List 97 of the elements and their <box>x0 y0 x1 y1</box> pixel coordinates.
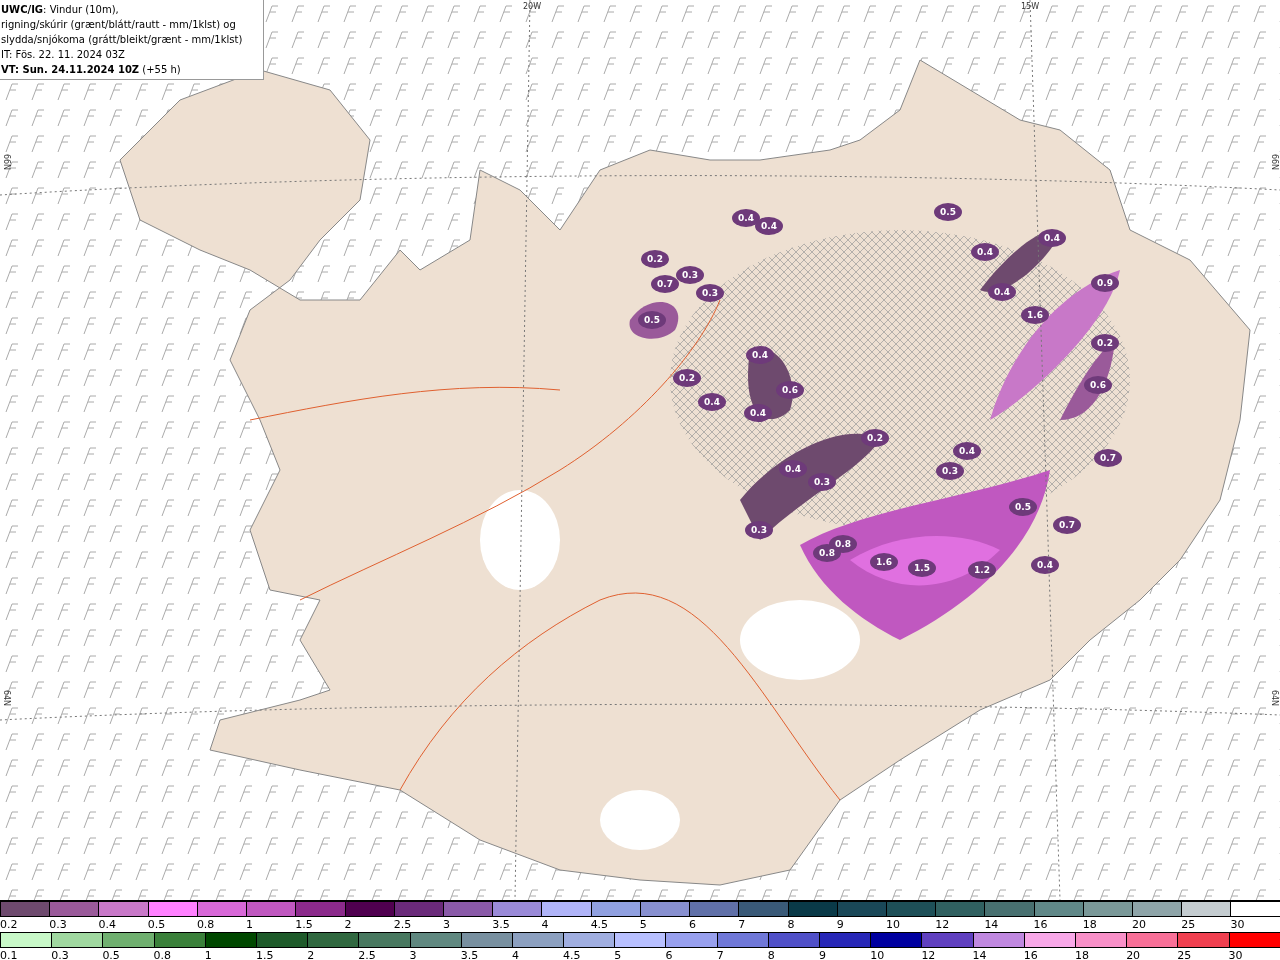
legend-value: 3.5 <box>460 948 479 960</box>
precip-value-label: 0.4 <box>738 212 754 223</box>
legend-value: 9 <box>836 917 844 932</box>
precip-value-label: 0.4 <box>704 396 720 407</box>
precip-value-label: 0.2 <box>647 253 663 264</box>
legend-value: 7 <box>738 917 746 932</box>
legend-value: 0.3 <box>51 948 69 960</box>
legend-value: 8 <box>767 948 775 960</box>
precip-value-label: 0.8 <box>835 538 851 549</box>
legend-value: 8 <box>787 917 795 932</box>
precip-value-label: 0.3 <box>942 465 958 476</box>
legend-value: 16 <box>1023 948 1038 960</box>
legend-value: 10 <box>885 917 900 932</box>
legend-value: 10 <box>870 948 885 960</box>
precip-value-label: 0.5 <box>644 314 660 325</box>
legend-value: 20 <box>1132 917 1147 932</box>
precip-value-label: 0.3 <box>814 476 830 487</box>
legend-value: 9 <box>819 948 826 960</box>
precip-value-label: 1.2 <box>974 564 990 575</box>
legend-value: 3.5 <box>492 917 510 932</box>
precip-value-label: 0.4 <box>750 407 766 418</box>
precip-value-label: 1.6 <box>1027 309 1043 320</box>
legend-value: 3 <box>409 948 417 960</box>
precip-value-label: 0.3 <box>751 524 767 535</box>
legend-value: 0.8 <box>196 917 215 932</box>
legend-value: 1.5 <box>255 948 274 960</box>
precip-value-label: 0.2 <box>867 432 883 443</box>
precip-value-label: 0.6 <box>782 384 798 395</box>
legend-value: 4 <box>511 948 519 960</box>
precip-value-label: 0.2 <box>679 372 695 383</box>
precip-value-label: 1.6 <box>876 556 892 567</box>
title-text: IT: Fös. 22. 11. 2024 03Z <box>1 48 125 62</box>
legend-value: 0.5 <box>102 948 120 960</box>
legend-value: 20 <box>1126 948 1141 960</box>
precip-value-label: 0.6 <box>1090 379 1106 390</box>
legend-value: 0.1 <box>0 948 18 960</box>
legend-value: 30 <box>1228 948 1243 960</box>
legend-value: 1 <box>204 948 212 960</box>
legend-value: 30 <box>1230 917 1245 932</box>
precip-value-label: 0.7 <box>1100 452 1116 463</box>
precip-value-label: 0.7 <box>1059 519 1075 530</box>
legend-value: 0.5 <box>147 917 166 932</box>
legend-value: 1.5 <box>295 917 313 932</box>
legend-value: 2.5 <box>393 917 412 932</box>
legend-value: 2.5 <box>358 948 376 960</box>
legend-value: 2 <box>307 948 315 960</box>
title-text: slydda/snjókoma (grátt/bleikt/grænt - mm/1klst) <box>1 33 243 47</box>
legend-value: 0.4 <box>98 917 116 932</box>
grid-label: 20W <box>522 1 542 11</box>
legend-value: 12 <box>935 917 950 932</box>
legend-value: 4.5 <box>563 948 581 960</box>
legend-value: 5 <box>614 948 622 960</box>
legend-value: 5 <box>639 917 647 932</box>
title-text: VT: Sun. 24.11.2024 10Z (+55 h) <box>1 63 181 77</box>
grid-label: 64N <box>1269 689 1279 707</box>
precip-value-label: 0.5 <box>940 206 956 217</box>
legend-value: 25 <box>1181 917 1196 932</box>
legend-value: 18 <box>1074 948 1089 960</box>
legend-value: 14 <box>972 948 987 960</box>
precip-value-label: 0.4 <box>785 463 801 474</box>
legend-value: 7 <box>716 948 724 960</box>
legend-value: 0.3 <box>49 917 67 932</box>
legend-value: 12 <box>921 948 936 960</box>
precip-value-label: 1.5 <box>914 562 930 573</box>
precip-value-label: 0.5 <box>1015 501 1031 512</box>
legend-value: 18 <box>1082 917 1097 932</box>
legend-value: 2 <box>344 917 352 932</box>
precip-value-label: 0.8 <box>819 547 835 558</box>
title-text: UWC/IG: Vindur (10m), <box>1 3 119 17</box>
legend-value: 16 <box>1033 917 1048 932</box>
precip-value-label: 0.4 <box>752 349 768 360</box>
precip-value-label: 0.4 <box>959 445 975 456</box>
title-text: rigning/skúrir (grænt/blátt/rautt - mm/1klst) og <box>1 18 236 32</box>
legend-value: 25 <box>1177 948 1192 960</box>
precip-value-label: 0.4 <box>994 286 1010 297</box>
grid-label: 66N <box>1 153 11 171</box>
legend-value: 4.5 <box>590 917 609 932</box>
legend-value: 4 <box>541 917 549 932</box>
precip-value-label: 0.3 <box>682 269 698 280</box>
legend-value: 1 <box>246 917 254 932</box>
precip-value-label: 0.4 <box>1037 559 1053 570</box>
grid-label: 64N <box>1 689 11 707</box>
precip-value-label: 0.3 <box>702 287 718 298</box>
precip-value-label: 0.4 <box>977 246 993 257</box>
legend-value: 0.2 <box>0 917 18 932</box>
precip-value-label: 0.7 <box>657 278 673 289</box>
legend-value: 6 <box>689 917 697 932</box>
legend-value: 3 <box>442 917 450 932</box>
precip-value-label: 0.4 <box>1044 232 1060 243</box>
precip-value-label: 0.4 <box>761 220 777 231</box>
grid-label: 66N <box>1269 153 1279 171</box>
legend-value: 0.8 <box>153 948 172 960</box>
grid-label: 15W <box>1020 1 1040 11</box>
legend-value: 14 <box>984 917 999 932</box>
precip-value-label: 0.9 <box>1097 277 1113 288</box>
legend-value: 6 <box>665 948 673 960</box>
precip-value-label: 0.2 <box>1097 337 1113 348</box>
